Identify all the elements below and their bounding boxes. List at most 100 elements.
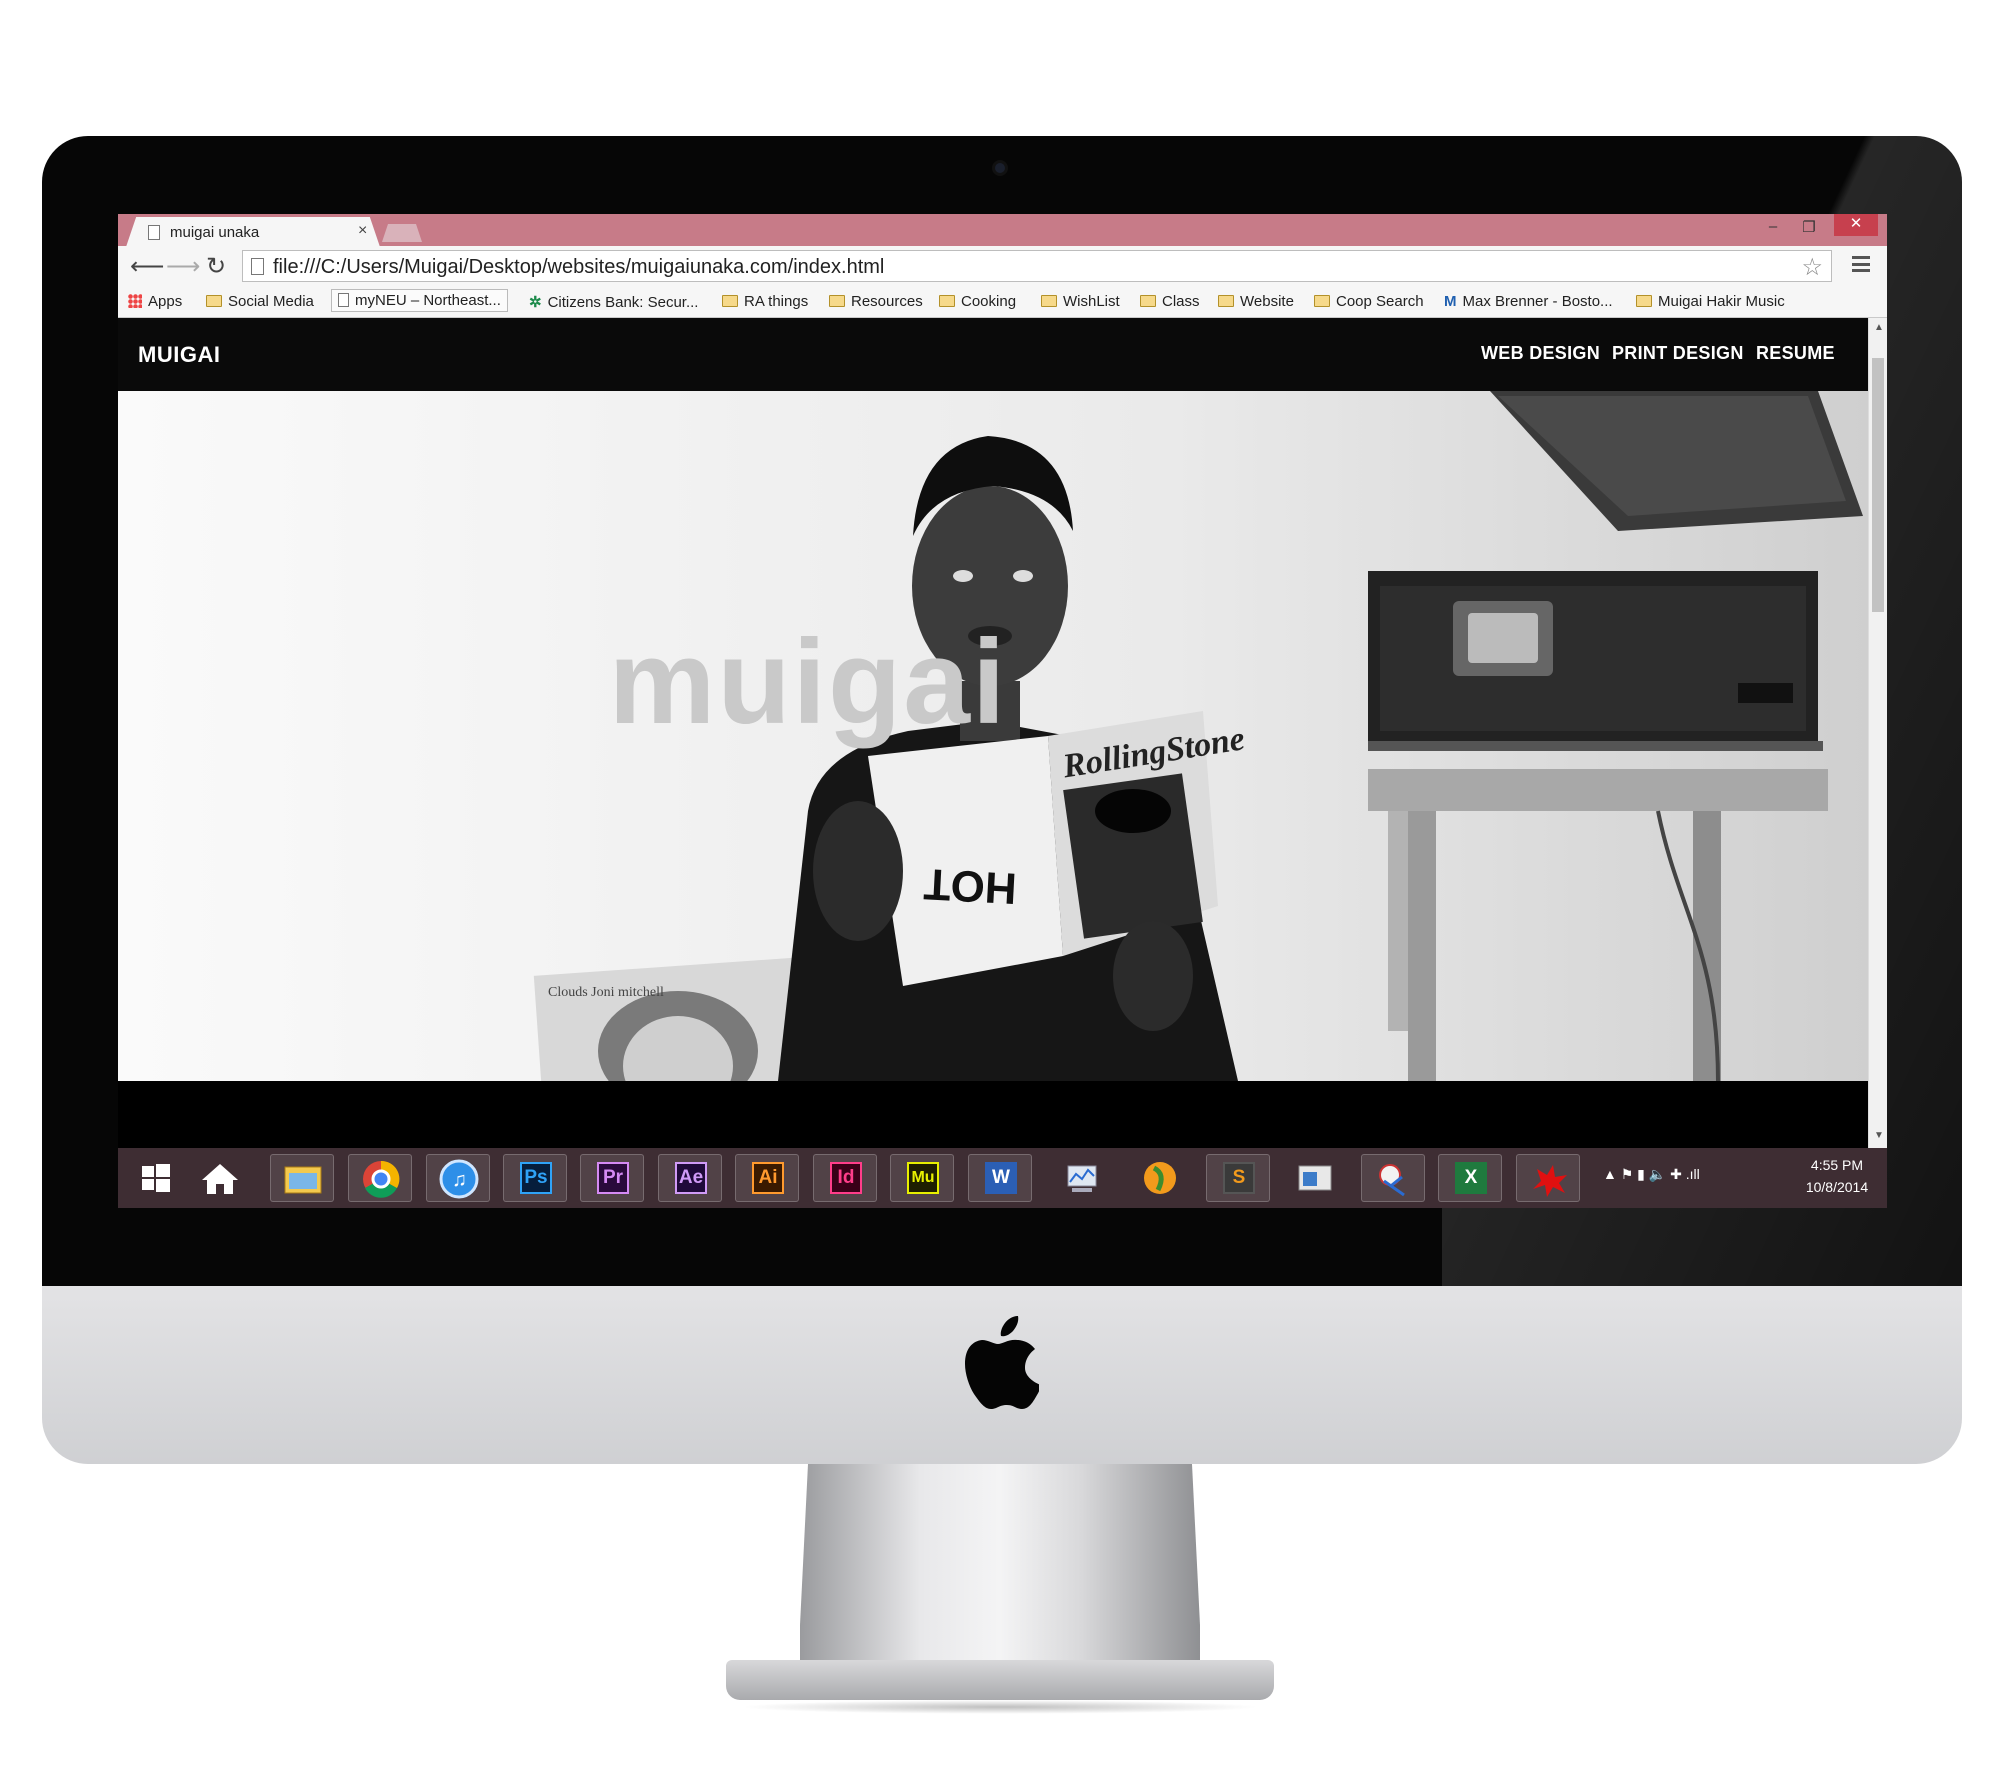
illustrator-app[interactable]: Ai xyxy=(735,1154,799,1202)
imac-mockup: muigai unaka × – ❐ ✕ ⟵ ⟶ ↻ file:///C:/Us… xyxy=(0,0,2000,1765)
excel-icon: X xyxy=(1455,1162,1487,1194)
tab-title: muigai unaka xyxy=(170,224,260,241)
below-hero-band xyxy=(118,1081,1868,1148)
close-window-button[interactable]: ✕ xyxy=(1834,214,1878,236)
folder-icon xyxy=(1314,295,1330,307)
indesign-icon: Id xyxy=(830,1162,862,1194)
stand-shadow xyxy=(740,1700,1260,1714)
splat-app[interactable] xyxy=(1516,1154,1580,1202)
excel-app[interactable]: X xyxy=(1438,1154,1502,1202)
bookmark-max-brenner[interactable]: M Max Brenner - Bosto... xyxy=(1444,293,1613,310)
scroll-down-icon[interactable]: ▼ xyxy=(1874,1130,1884,1141)
network-monitor-icon xyxy=(1067,1165,1097,1192)
forward-arrow-icon[interactable]: ⟶ xyxy=(166,252,200,281)
hand-image xyxy=(813,801,903,941)
window-icon xyxy=(1298,1165,1332,1191)
nav-resume[interactable]: RESUME xyxy=(1756,343,1835,364)
page-scrollbar[interactable]: ▲ ▼ xyxy=(1868,318,1887,1148)
album-text: Clouds Joni mitchell xyxy=(548,985,664,1000)
folder-icon xyxy=(206,295,222,307)
scrollbar-thumb[interactable] xyxy=(1872,358,1884,612)
system-tray-icons[interactable]: ▲ ⚑ ▮ 🔈 ✚ .ıll xyxy=(1603,1166,1700,1183)
nav-web-design[interactable]: WEB DESIGN xyxy=(1481,343,1600,364)
itunes-app[interactable]: ♫ xyxy=(426,1154,490,1202)
hero-title: muigai xyxy=(608,615,1008,749)
browser-tab-bar: muigai unaka × – ❐ ✕ xyxy=(118,214,1887,247)
word-app[interactable]: W xyxy=(968,1154,1032,1202)
after-effects-app[interactable]: Ae xyxy=(658,1154,722,1202)
citizens-icon: ✲ xyxy=(529,294,542,311)
windows-logo-icon xyxy=(142,1164,170,1192)
folder-icon xyxy=(939,295,955,307)
sublime-app[interactable]: S xyxy=(1206,1154,1270,1202)
bookmark-cooking[interactable]: Cooking xyxy=(939,293,1016,310)
bookmark-class[interactable]: Class xyxy=(1140,293,1200,310)
page-viewport: MUIGAI WEB DESIGN PRINT DESIGN RESUME Cl… xyxy=(118,318,1868,1148)
minimize-button[interactable]: – xyxy=(1758,218,1788,240)
fl-studio-app[interactable] xyxy=(1128,1154,1192,1202)
svg-text:♫: ♫ xyxy=(452,1169,467,1191)
fl-studio-icon xyxy=(1144,1162,1176,1194)
site-brand[interactable]: MUIGAI xyxy=(138,342,220,368)
restore-button[interactable]: ❐ xyxy=(1794,218,1824,240)
indesign-app[interactable]: Id xyxy=(813,1154,877,1202)
premiere-app[interactable]: Pr xyxy=(580,1154,644,1202)
clock-time: 4:55 PM xyxy=(1810,1157,1864,1173)
bookmark-myneu[interactable]: myNEU – Northeast... xyxy=(331,289,508,312)
sublime-icon: S xyxy=(1223,1162,1255,1194)
url-text: file:///C:/Users/Muigai/Desktop/websites… xyxy=(273,256,885,278)
folder-icon xyxy=(1636,295,1652,307)
svg-text:HOT: HOT xyxy=(922,859,1017,913)
snipping-app[interactable] xyxy=(1361,1154,1425,1202)
back-arrow-icon[interactable]: ⟵ xyxy=(130,252,164,281)
page-icon xyxy=(148,225,160,240)
bookmark-ra-things[interactable]: RA things xyxy=(722,293,808,310)
hand-image xyxy=(1113,921,1193,1031)
monitor-stand-foot xyxy=(726,1660,1274,1700)
windows-taskbar: ♫ Ps Pr Ae Ai Id Mu W S X ▲ ⚑ ▮ 🔈 ✚ .ıll… xyxy=(118,1148,1887,1208)
scissors-icon xyxy=(1379,1164,1405,1197)
reload-icon[interactable]: ↻ xyxy=(206,252,226,281)
bookmark-citizens-bank[interactable]: ✲ Citizens Bank: Secur... xyxy=(529,293,698,311)
premiere-icon: Pr xyxy=(597,1162,629,1194)
bookmark-coop-search[interactable]: Coop Search xyxy=(1314,293,1424,310)
bookmark-resources[interactable]: Resources xyxy=(829,293,923,310)
folder-icon xyxy=(722,295,738,307)
bookmark-muigai-hakir-music[interactable]: Muigai Hakir Music xyxy=(1636,293,1785,310)
mb-icon: M xyxy=(1444,293,1457,310)
network-app[interactable] xyxy=(1050,1154,1114,1202)
screen: muigai unaka × – ❐ ✕ ⟵ ⟶ ↻ file:///C:/Us… xyxy=(118,214,1887,1208)
bookmark-wishlist[interactable]: WishList xyxy=(1041,293,1120,310)
hero-section: Clouds Joni mitchell HOT RollingStone mu… xyxy=(118,391,1868,1081)
clock-date: 10/8/2014 xyxy=(1805,1179,1869,1195)
address-bar[interactable]: file:///C:/Users/Muigai/Desktop/websites… xyxy=(242,250,1832,282)
new-tab-button[interactable] xyxy=(382,224,422,242)
photoshop-app[interactable]: Ps xyxy=(503,1154,567,1202)
site-navbar: MUIGAI WEB DESIGN PRINT DESIGN RESUME xyxy=(118,318,1868,391)
muse-app[interactable]: Mu xyxy=(890,1154,954,1202)
itunes-icon: ♫ xyxy=(439,1159,479,1199)
chrome-menu-icon[interactable] xyxy=(1852,256,1870,272)
taskbar-clock[interactable]: 4:55 PM 10/8/2014 xyxy=(1792,1154,1882,1198)
bookmark-website[interactable]: Website xyxy=(1218,293,1294,310)
nav-print-design[interactable]: PRINT DESIGN xyxy=(1612,343,1744,364)
tab-close-icon[interactable]: × xyxy=(358,222,367,240)
home-app[interactable] xyxy=(188,1154,252,1202)
bookmark-star-icon[interactable]: ☆ xyxy=(1801,253,1823,282)
page-icon xyxy=(338,293,349,307)
browser-tab[interactable]: muigai unaka × xyxy=(126,217,380,247)
apps-grid-icon xyxy=(128,294,142,308)
apple-logo-icon xyxy=(965,1316,1039,1409)
album-image: Clouds Joni mitchell xyxy=(533,956,823,1081)
scroll-up-icon[interactable]: ▲ xyxy=(1874,322,1884,333)
chrome-app[interactable] xyxy=(348,1154,412,1202)
file-explorer-app[interactable] xyxy=(270,1154,334,1202)
after-effects-icon: Ae xyxy=(675,1162,707,1194)
bookmark-apps[interactable]: Apps xyxy=(128,293,182,310)
bookmark-social-media[interactable]: Social Media xyxy=(206,293,314,310)
start-button[interactable] xyxy=(124,1154,188,1202)
window-app[interactable] xyxy=(1283,1154,1347,1202)
photoshop-icon: Ps xyxy=(520,1162,552,1194)
folder-icon xyxy=(284,1166,322,1194)
browser-toolbar: ⟵ ⟶ ↻ file:///C:/Users/Muigai/Desktop/we… xyxy=(118,246,1887,286)
